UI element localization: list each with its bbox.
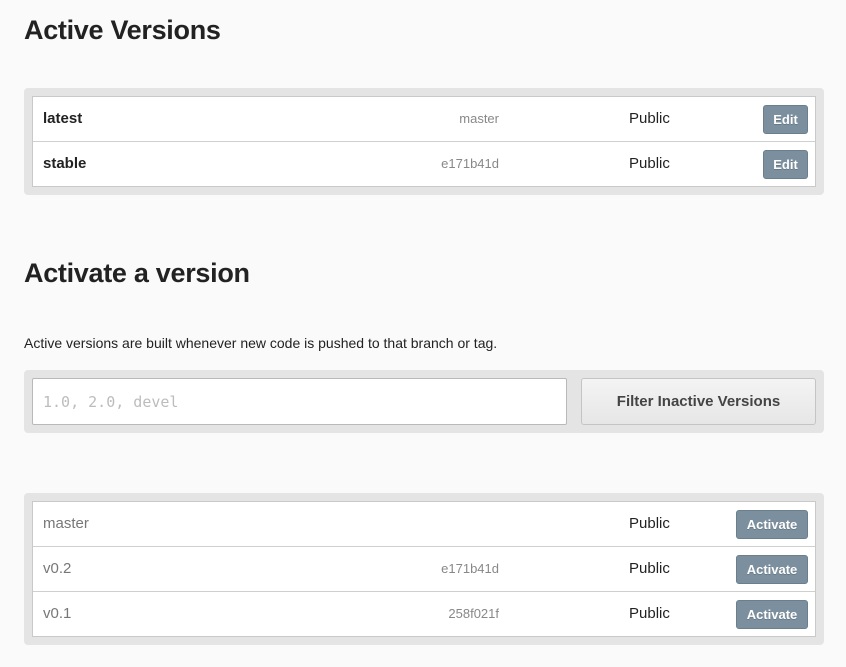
- inactive-versions-list: master Public Activate v0.2 e171b41d Pub…: [32, 501, 816, 637]
- inactive-version-row-v0.2: v0.2 e171b41d Public Activate: [33, 546, 815, 591]
- active-version-row-stable: stable e171b41d Public Edit: [33, 141, 815, 186]
- edit-button[interactable]: Edit: [763, 105, 808, 134]
- version-identifier: 258f021f: [448, 606, 499, 621]
- version-privacy: Public: [629, 605, 670, 622]
- active-version-row-latest: latest master Public Edit: [33, 97, 815, 141]
- edit-button[interactable]: Edit: [763, 150, 808, 179]
- version-name: master: [43, 515, 89, 532]
- version-filter-input[interactable]: [32, 378, 567, 425]
- version-privacy: Public: [629, 560, 670, 577]
- activate-button[interactable]: Activate: [736, 600, 808, 629]
- version-name: v0.2: [43, 560, 72, 577]
- version-privacy: Public: [629, 110, 670, 127]
- activate-help-text: Active versions are built whenever new c…: [24, 335, 498, 351]
- activate-button[interactable]: Activate: [736, 510, 808, 539]
- activate-button[interactable]: Activate: [736, 555, 808, 584]
- version-identifier: e171b41d: [441, 156, 499, 171]
- version-name: v0.1: [43, 605, 72, 622]
- inactive-versions-panel: master Public Activate v0.2 e171b41d Pub…: [24, 493, 824, 645]
- active-versions-title: Active Versions: [24, 15, 221, 45]
- version-identifier: e171b41d: [441, 561, 499, 576]
- active-versions-list: latest master Public Edit stable e171b41…: [32, 96, 816, 187]
- versions-page: Active Versions latest master Public Edi…: [0, 0, 846, 667]
- active-versions-panel: latest master Public Edit stable e171b41…: [24, 88, 824, 195]
- version-privacy: Public: [629, 155, 670, 172]
- inactive-version-row-v0.1: v0.1 258f021f Public Activate: [33, 591, 815, 636]
- version-name: latest: [43, 110, 83, 127]
- version-identifier: master: [459, 111, 499, 126]
- version-name: stable: [43, 155, 87, 172]
- filter-inactive-versions-button[interactable]: Filter Inactive Versions: [581, 378, 816, 425]
- filter-panel: Filter Inactive Versions: [24, 370, 824, 433]
- version-privacy: Public: [629, 515, 670, 532]
- activate-version-title: Activate a version: [24, 258, 250, 288]
- inactive-version-row-master: master Public Activate: [33, 502, 815, 546]
